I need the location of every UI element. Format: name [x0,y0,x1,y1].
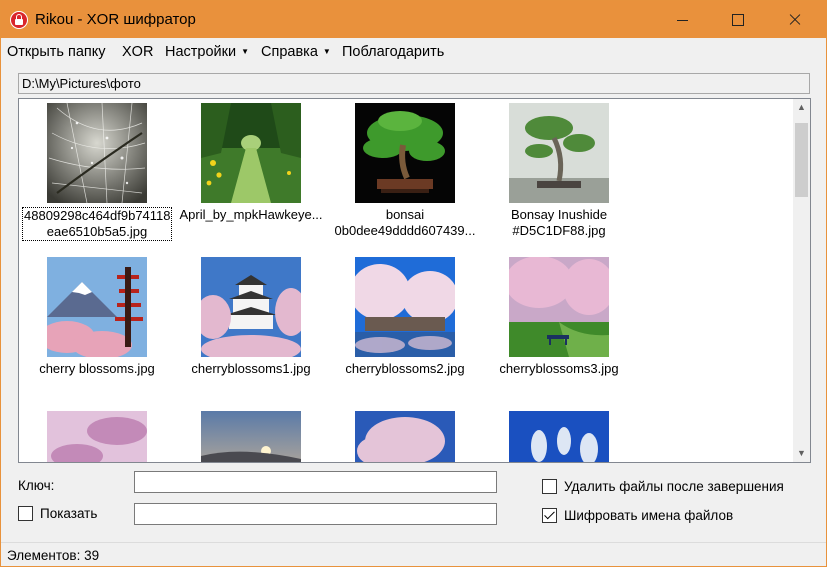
file-name: bonsai 0b0dee49dddd607439... [328,207,482,239]
status-bar: Элементов: 39 [1,542,826,566]
scroll-up-icon[interactable]: ▲ [793,99,810,116]
pagoda-mount-fuji-thumbnail [47,257,147,357]
meadow-path-thumbnail [201,103,301,203]
bonsai-tree-thumbnail [355,103,455,203]
encrypt-names-label: Шифровать имена файлов [564,508,734,523]
key-label: Ключ: [18,478,55,493]
file-name-line1: Bonsay Inushide [510,207,608,222]
blossom-tree-thumbnail [355,411,455,462]
file-name: cherryblossoms2.jpg [328,361,482,377]
menu-open-folder[interactable]: Открыть папку [7,44,106,60]
menu-help[interactable]: Справка ▼ [261,44,331,60]
file-name-line1: 48809298c464df9b74118 [24,208,171,223]
file-name-line1: cherryblossoms2.jpg [345,361,465,376]
blossom-sky-thumbnail [47,411,147,462]
sunset-hills-thumbnail [201,411,301,462]
folder-path: D:\My\Pictures\фото [18,73,810,94]
file-name-line1: cherryblossoms3.jpg [499,361,619,376]
file-name-line2: #D5C1DF88.jpg [512,223,606,238]
castle-blossoms-thumbnail [201,257,301,357]
file-name-line2: eae6510b5a5.jpg [46,224,148,239]
window-title: Rikou - XOR шифратор [35,11,196,28]
minimize-button[interactable] [659,1,705,38]
maximize-button[interactable] [714,1,760,38]
caret-down-icon: ▼ [241,47,250,56]
menu-xor[interactable]: XOR [122,44,153,60]
caret-down-icon: ▼ [322,47,331,56]
file-name-line1: cherry blossoms.jpg [39,361,155,376]
delete-files-label: Удалить файлы после завершения [564,479,784,494]
menu-help-label: Справка [261,44,318,60]
menu-settings[interactable]: Настройки ▼ [165,44,249,60]
bonsai-tree-thumbnail [509,103,609,203]
file-list[interactable]: 48809298c464df9b74118 eae6510b5a5.jpg Apr… [18,98,811,463]
file-name: cherryblossoms3.jpg [482,361,636,377]
scroll-down-icon[interactable]: ▼ [793,445,810,462]
show-key-label: Показать [40,506,98,521]
key-input[interactable] [134,471,497,493]
menu-settings-label: Настройки [165,44,237,60]
frosted-branches-thumbnail [509,411,609,462]
vertical-scrollbar[interactable]: ▲ ▼ [793,99,810,462]
menu-thank[interactable]: Поблагодарить [342,44,444,60]
file-name-line1: bonsai [385,207,425,222]
blossom-park-bench-thumbnail [509,257,609,357]
title-bar[interactable]: Rikou - XOR шифратор [1,1,826,38]
file-name-line1: April_by_mpkHawkeye... [179,207,323,222]
encrypt-names-checkbox[interactable] [542,508,557,523]
item-count: Элементов: 39 [7,548,100,563]
scroll-thumb[interactable] [795,123,808,197]
file-name: cherryblossoms1.jpg [174,361,328,377]
file-name: April_by_mpkHawkeye... [174,207,328,223]
file-name: cherry blossoms.jpg [20,361,174,377]
file-name-line1: cherryblossoms1.jpg [191,361,311,376]
file-name-line2: 0b0dee49dddd607439... [334,223,476,238]
lock-icon [10,11,28,29]
key-confirm-input[interactable] [134,503,497,525]
app-window: Rikou - XOR шифратор Открыть папку XOR Н… [0,0,827,567]
dewy-spiderweb-thumbnail [47,103,147,203]
blossom-river-thumbnail [355,257,455,357]
menu-bar: Открыть папку XOR Настройки ▼ Справка ▼ По… [1,39,826,67]
show-key-checkbox[interactable] [18,506,33,521]
file-name: Bonsay Inushide #D5C1DF88.jpg [482,207,636,239]
close-button[interactable] [771,1,817,38]
file-name: 48809298c464df9b74118 eae6510b5a5.jpg [22,207,172,241]
delete-files-checkbox[interactable] [542,479,557,494]
